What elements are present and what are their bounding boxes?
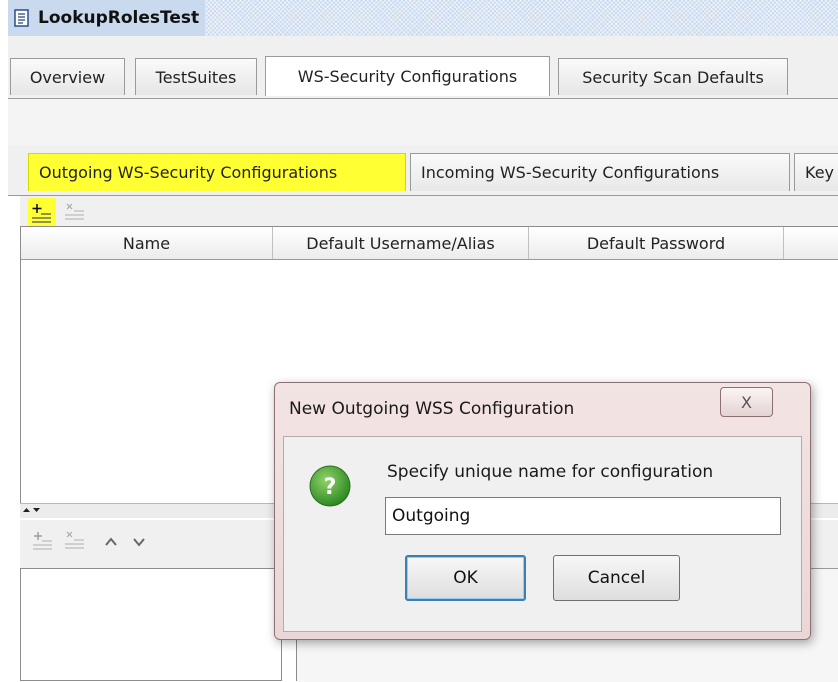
configuration-toolbar bbox=[20, 196, 838, 226]
tab-security-scan-defaults[interactable]: Security Scan Defaults bbox=[558, 58, 788, 95]
subtab-keystores[interactable]: Key bbox=[794, 153, 838, 191]
main-tab-strip: Overview TestSuites WS-Security Configur… bbox=[8, 36, 838, 99]
configuration-name-input[interactable] bbox=[385, 497, 781, 535]
splitter-arrows-icon bbox=[23, 508, 40, 512]
tab-label: TestSuites bbox=[155, 67, 237, 87]
subtab-outgoing-ws-security[interactable]: Outgoing WS-Security Configurations bbox=[28, 153, 406, 191]
column-header-label: Default Username/Alias bbox=[306, 233, 495, 253]
window-title-bar: LookupRolesTest bbox=[8, 0, 838, 36]
window-title: LookupRolesTest bbox=[38, 8, 200, 28]
remove-entry-icon[interactable] bbox=[64, 530, 86, 552]
remove-configuration-icon bbox=[65, 203, 84, 220]
remove-configuration-button[interactable] bbox=[64, 202, 86, 224]
subtab-incoming-ws-security[interactable]: Incoming WS-Security Configurations bbox=[410, 153, 790, 191]
dialog-body: ? Specify unique name for configuration … bbox=[283, 436, 802, 632]
tab-label: Security Scan Defaults bbox=[582, 67, 764, 87]
tab-label: Overview bbox=[29, 67, 106, 87]
subtab-label: Outgoing WS-Security Configurations bbox=[39, 163, 338, 182]
tab-label: WS-Security Configurations bbox=[297, 67, 518, 86]
question-icon: ? bbox=[309, 465, 351, 507]
entries-list[interactable] bbox=[20, 568, 282, 681]
tab-overview[interactable]: Overview bbox=[10, 58, 125, 95]
ok-button[interactable]: OK bbox=[405, 555, 526, 601]
document-icon bbox=[14, 9, 29, 27]
column-header-label: Name bbox=[122, 233, 171, 253]
move-up-icon[interactable] bbox=[104, 536, 118, 548]
sub-tab-strip: Outgoing WS-Security Configurations Inco… bbox=[8, 145, 838, 196]
column-header-default-username[interactable]: Default Username/Alias bbox=[273, 227, 529, 259]
table-header: Name Default Username/Alias Default Pass… bbox=[21, 227, 838, 260]
new-configuration-dialog: New Outgoing WSS Configuration X ? Speci… bbox=[274, 382, 811, 640]
close-icon: X bbox=[741, 392, 752, 412]
dialog-close-button[interactable]: X bbox=[720, 387, 773, 417]
svg-text:?: ? bbox=[324, 475, 337, 500]
add-configuration-icon bbox=[32, 204, 51, 223]
tab-header-band bbox=[8, 99, 838, 146]
add-entry-icon[interactable] bbox=[32, 530, 54, 552]
column-header-default-password[interactable]: Default Password bbox=[529, 227, 784, 259]
window-title-area: LookupRolesTest bbox=[8, 0, 206, 36]
column-header-label: Default Password bbox=[586, 233, 726, 253]
cancel-button-label: Cancel bbox=[587, 568, 646, 588]
tab-testsuites[interactable]: TestSuites bbox=[135, 58, 257, 95]
subtab-label: Incoming WS-Security Configurations bbox=[421, 163, 720, 182]
subtab-label: Key bbox=[805, 163, 835, 182]
move-down-icon[interactable] bbox=[132, 536, 146, 548]
cancel-button[interactable]: Cancel bbox=[553, 555, 680, 601]
column-header-name[interactable]: Name bbox=[21, 227, 273, 259]
dialog-message: Specify unique name for configuration bbox=[387, 462, 714, 482]
tab-ws-security-configurations[interactable]: WS-Security Configurations bbox=[265, 56, 550, 96]
ok-button-label: OK bbox=[453, 568, 478, 588]
add-configuration-button[interactable] bbox=[28, 198, 56, 226]
dialog-title: New Outgoing WSS Configuration bbox=[289, 399, 575, 419]
